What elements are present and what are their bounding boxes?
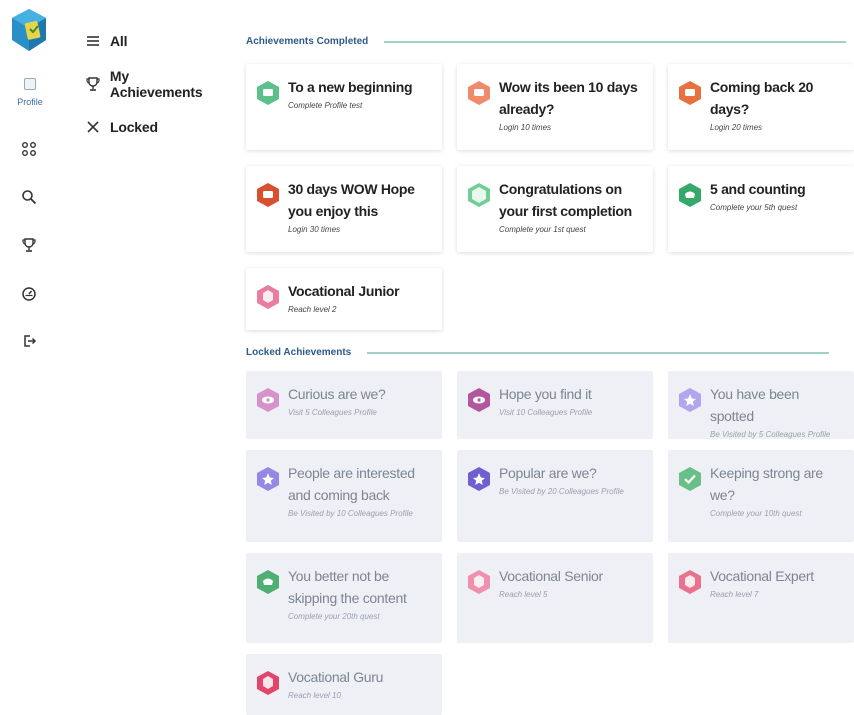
locked-achievement-card[interactable]: Vocational Guru Reach level 10 <box>246 654 442 715</box>
close-icon <box>84 118 102 136</box>
achievement-requirement: Login 30 times <box>288 225 341 234</box>
star-hex-icon <box>468 467 490 491</box>
list-icon <box>84 32 102 50</box>
achievement-title: 5 and counting <box>710 181 806 197</box>
achievement-requirement: Reach level 7 <box>710 590 759 599</box>
star-hex-icon <box>257 467 279 491</box>
chat-hex-icon <box>257 183 279 207</box>
level-hex-icon <box>468 570 490 594</box>
locked-achievement-card[interactable]: You better not be skipping the content C… <box>246 553 442 643</box>
achievement-requirement: Be Visited by 5 Colleagues Profile <box>710 430 831 439</box>
achievement-title: Popular are we? <box>499 465 597 481</box>
achievement-card[interactable]: Congratulations on your first completion… <box>457 166 653 252</box>
menu-item-label: All <box>110 33 128 49</box>
app-logo[interactable] <box>11 8 47 52</box>
check-hex-icon <box>257 570 279 594</box>
star-hex-icon <box>679 388 701 412</box>
chat-hex-icon <box>257 81 279 105</box>
trophy-icon <box>84 75 102 93</box>
achievement-requirement: Login 10 times <box>499 123 552 132</box>
chat-hex-icon <box>468 81 490 105</box>
locked-achievement-card[interactable]: Keeping strong are we? Complete your 10t… <box>668 450 854 542</box>
achievement-requirement: Reach level 10 <box>288 691 341 700</box>
achievement-title: Vocational Senior <box>499 568 603 584</box>
achievement-title: People are interested and coming back <box>288 465 415 503</box>
achievement-title: Vocational Expert <box>710 568 814 584</box>
achievement-title: Wow its been 10 days already? <box>499 79 638 117</box>
filter-menu: All My Achievements Locked <box>84 30 224 159</box>
achievement-card[interactable]: 5 and counting Complete your 5th quest <box>668 166 854 252</box>
section-divider <box>367 351 830 354</box>
locked-achievement-card[interactable]: Vocational Senior Reach level 5 <box>457 553 653 643</box>
achievement-card[interactable]: Coming back 20 days? Login 20 times <box>668 64 854 150</box>
dashboard-gauge-icon[interactable] <box>18 283 40 305</box>
chat-hex-icon <box>679 81 701 105</box>
icon-rail: Profile <box>0 0 60 715</box>
achievement-requirement: Complete your 1st quest <box>499 225 586 234</box>
locked-achievement-card[interactable]: Curious are we? Visit 5 Colleagues Profi… <box>246 371 442 439</box>
achievement-title: Hope you find it <box>499 386 592 402</box>
achievement-requirement: Login 20 times <box>710 123 763 132</box>
menu-item-label: My Achievements <box>109 68 203 100</box>
achievement-requirement: Be Visited by 10 Colleagues Profile <box>288 509 413 518</box>
achievement-card[interactable]: Wow its been 10 days already? Login 10 t… <box>457 64 653 150</box>
menu-item-locked[interactable]: Locked <box>84 116 224 138</box>
achievement-requirement: Reach level 5 <box>499 590 548 599</box>
achievement-card[interactable]: 30 days WOW Hope you enjoy this Login 30… <box>246 166 442 252</box>
achievement-title: Vocational Junior <box>288 283 400 299</box>
achievement-title: Coming back 20 days? <box>710 79 814 117</box>
apps-grid-icon[interactable] <box>18 138 40 160</box>
achievement-requirement: Be Visited by 20 Colleagues Profile <box>499 487 624 496</box>
achievement-requirement: Complete your 5th quest <box>710 203 798 212</box>
section-divider <box>384 40 847 43</box>
profile-label: Profile <box>17 97 43 107</box>
achievement-title: Vocational Guru <box>288 669 384 685</box>
level-hex-icon <box>257 285 279 309</box>
eye-hex-icon <box>257 388 279 412</box>
profile-link[interactable]: Profile <box>8 78 52 110</box>
trophy-icon[interactable] <box>18 234 40 256</box>
achievement-requirement: Visit 10 Colleagues Profile <box>499 408 593 417</box>
achievement-requirement: Complete your 20th quest <box>288 612 380 621</box>
check-hex-icon <box>679 467 701 491</box>
achievement-card[interactable]: To a new beginning Complete Profile test <box>246 64 442 150</box>
achievement-title: Curious are we? <box>288 386 386 402</box>
achievement-requirement: Complete Profile test <box>288 101 363 110</box>
locked-achievement-card[interactable]: Hope you find it Visit 10 Colleagues Pro… <box>457 371 653 439</box>
check-hex-icon <box>679 183 701 207</box>
profile-image-icon <box>24 78 36 90</box>
check-hex-icon <box>468 183 490 207</box>
locked-achievement-card[interactable]: People are interested and coming back Be… <box>246 450 442 542</box>
eye-hex-icon <box>468 388 490 412</box>
achievement-card[interactable]: Vocational Junior Reach level 2 <box>246 268 442 330</box>
achievement-requirement: Complete your 10th quest <box>710 509 802 518</box>
achievement-title: You better not be skipping the content <box>288 568 407 606</box>
section-title: Achievements Completed <box>246 36 369 47</box>
locked-achievement-card[interactable]: Vocational Expert Reach level 7 <box>668 553 854 643</box>
achievement-title: 30 days WOW Hope you enjoy this <box>288 181 415 219</box>
achievement-title: To a new beginning <box>288 79 413 95</box>
locked-achievement-card[interactable]: Popular are we? Be Visited by 20 Colleag… <box>457 450 653 542</box>
locked-achievement-card[interactable]: You have been spotted Be Visited by 5 Co… <box>668 371 854 439</box>
achievement-requirement: Reach level 2 <box>288 305 337 314</box>
achievement-requirement: Visit 5 Colleagues Profile <box>288 408 377 417</box>
logout-icon[interactable] <box>18 330 40 352</box>
level-hex-icon <box>257 671 279 695</box>
level-hex-icon <box>679 570 701 594</box>
achievement-title: Keeping strong are we? <box>710 465 823 503</box>
locked-section-header: Locked Achievements <box>246 347 830 358</box>
section-title: Locked Achievements <box>246 347 352 358</box>
search-icon[interactable] <box>18 186 40 208</box>
menu-item-my-achievements[interactable]: My Achievements <box>84 68 224 100</box>
achievement-title: You have been spotted <box>710 386 800 424</box>
menu-item-label: Locked <box>110 119 158 135</box>
achievement-title: Congratulations on your first completion <box>499 181 632 219</box>
menu-item-all[interactable]: All <box>84 30 224 52</box>
completed-section-header: Achievements Completed <box>246 36 847 47</box>
